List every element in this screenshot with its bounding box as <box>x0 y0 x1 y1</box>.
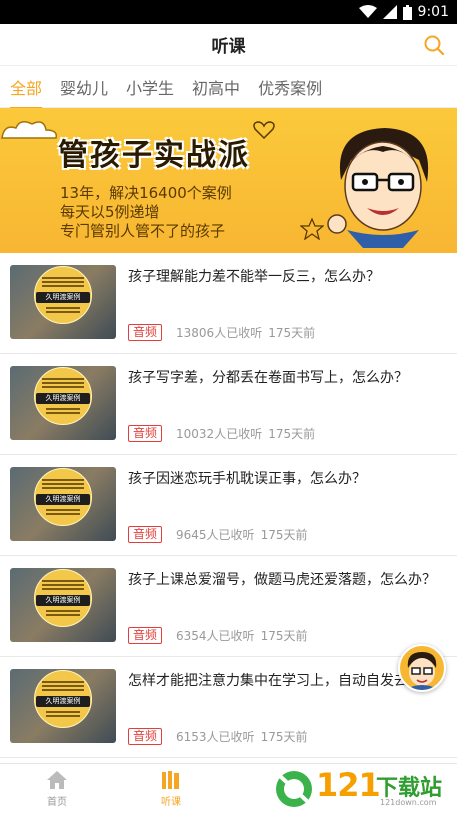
lesson-title: 孩子因迷恋玩手机耽误正事，怎么办？ <box>128 471 366 487</box>
category-tabs: 全部 婴幼儿 小学生 初高中 优秀案例 <box>0 65 457 109</box>
banner-line: 专门管别人管不了的孩子 <box>60 222 226 240</box>
thumbnail-text-lines <box>46 509 80 511</box>
star-doodle <box>300 218 324 240</box>
tab-cases[interactable]: 优秀案例 <box>258 65 322 109</box>
thumbnail-title: 久明渡案例 <box>36 696 90 707</box>
thumbnail-title: 久明渡案例 <box>36 494 90 505</box>
lesson-meta: 音频 13806人已收听 175天前 <box>128 324 315 341</box>
thumbnail-text-lines <box>46 610 80 612</box>
lesson-meta: 音频 6354人已收听 175天前 <box>128 627 307 644</box>
lesson-meta: 音频 10032人已收听 175天前 <box>128 425 315 442</box>
listen-count: 6354人已收听 <box>176 629 255 643</box>
teacher-avatar-icon <box>407 652 437 690</box>
nav-home-label: 首页 <box>47 796 67 808</box>
lesson-thumbnail: 久明渡案例 <box>10 265 116 339</box>
teacher-cartoon-image <box>327 128 429 248</box>
banner-line: 13年，解决16400个案例 <box>60 184 232 202</box>
post-age: 175天前 <box>260 528 308 542</box>
audio-badge: 音频 <box>128 425 163 442</box>
page-title: 听课 <box>211 37 246 57</box>
audio-badge: 音频 <box>128 627 163 644</box>
list-item[interactable]: 久明渡案例 怎样才能把注意力集中在学习上，自动自发去 音频 6153人已收听 1… <box>0 657 457 758</box>
thumbnail-text-lines <box>42 580 84 582</box>
thumbnail-title: 久明渡案例 <box>36 393 90 404</box>
list-item[interactable]: 久明渡案例 孩子因迷恋玩手机耽误正事，怎么办？ 音频 9645人已收听 175天… <box>0 455 457 556</box>
lesson-thumbnail: 久明渡案例 <box>10 366 116 440</box>
status-bar: 9:01 <box>0 0 457 24</box>
lesson-info: 孩子上课总爱溜号，做题马虎还爱落题，怎么办？ 音频 6354人已收听 175天前 <box>128 568 447 644</box>
heart-doodle <box>253 121 275 140</box>
post-age: 175天前 <box>260 629 308 643</box>
lesson-info: 孩子因迷恋玩手机耽误正事，怎么办？ 音频 9645人已收听 175天前 <box>128 467 447 543</box>
status-time: 9:01 <box>417 4 449 20</box>
post-age: 175天前 <box>268 326 316 340</box>
thumbnail-text-lines <box>46 408 80 410</box>
lesson-info: 孩子写字差，分都丢在卷面书写上，怎么办？ 音频 10032人已收听 175天前 <box>128 366 447 442</box>
audio-badge: 音频 <box>128 324 163 341</box>
tab-all[interactable]: 全部 <box>10 65 43 109</box>
watermark-logo <box>276 771 312 807</box>
thumbnail-text-lines <box>46 711 80 713</box>
lesson-meta: 音频 9645人已收听 175天前 <box>128 526 307 543</box>
post-age: 175天前 <box>268 427 316 441</box>
list-item[interactable]: 久明渡案例 孩子理解能力差不能举一反三，怎么办？ 音频 13806人已收听 17… <box>0 253 457 354</box>
listen-count: 13806人已收听 <box>176 326 263 340</box>
thumbnail-text-lines <box>42 378 84 380</box>
thumbnail-text-lines <box>42 681 84 683</box>
nav-home[interactable]: 首页 <box>0 764 114 813</box>
watermark-url: 121down.com <box>380 798 437 807</box>
lesson-info: 孩子理解能力差不能举一反三，怎么办？ 音频 13806人已收听 175天前 <box>128 265 447 341</box>
lesson-title: 孩子上课总爱溜号，做题马虎还爱落题，怎么办？ <box>128 572 436 588</box>
lesson-thumbnail: 久明渡案例 <box>10 669 116 743</box>
nav-lessons-label: 听课 <box>161 796 181 808</box>
audio-badge: 音频 <box>128 526 163 543</box>
banner-line: 每天以5例递增 <box>60 203 160 221</box>
battery-icon <box>402 4 412 20</box>
tab-secondary[interactable]: 初高中 <box>192 65 240 109</box>
watermark-number: 121 <box>316 766 381 804</box>
tab-infant[interactable]: 婴幼儿 <box>60 65 108 109</box>
listen-count: 6153人已收听 <box>176 730 255 744</box>
download-site-watermark: 121 下载站 121down.com <box>272 766 452 810</box>
listen-count: 9645人已收听 <box>176 528 255 542</box>
thumbnail-text-lines <box>42 479 84 481</box>
lesson-title: 孩子理解能力差不能举一反三，怎么办？ <box>128 269 380 285</box>
post-age: 175天前 <box>260 730 308 744</box>
signal-icon <box>382 5 397 19</box>
lesson-title: 孩子写字差，分都丢在卷面书写上，怎么办？ <box>128 370 408 386</box>
lesson-thumbnail: 久明渡案例 <box>10 568 116 642</box>
thumbnail-text-lines <box>46 307 80 309</box>
lesson-meta: 音频 6153人已收听 175天前 <box>128 728 307 745</box>
list-item[interactable]: 久明渡案例 孩子写字差，分都丢在卷面书写上，怎么办？ 音频 10032人已收听 … <box>0 354 457 455</box>
lesson-info: 怎样才能把注意力集中在学习上，自动自发去 音频 6153人已收听 175天前 <box>128 669 447 745</box>
search-icon[interactable] <box>423 34 445 56</box>
banner-text: 13年，解决16400个案例 每天以5例递增 专门管别人管不了的孩子 <box>60 184 232 241</box>
tab-primary[interactable]: 小学生 <box>126 65 174 109</box>
lessons-icon <box>162 770 179 789</box>
title-bar: 听课 <box>0 24 457 66</box>
thumbnail-title: 久明渡案例 <box>36 292 90 303</box>
audio-badge: 音频 <box>128 728 163 745</box>
thumbnail-text-lines <box>42 277 84 279</box>
floating-teacher-avatar-button[interactable] <box>398 644 446 692</box>
nav-lessons[interactable]: 听课 <box>114 764 228 813</box>
listen-count: 10032人已收听 <box>176 427 263 441</box>
list-item[interactable]: 久明渡案例 孩子上课总爱溜号，做题马虎还爱落题，怎么办？ 音频 6354人已收听… <box>0 556 457 657</box>
cloud-doodle <box>1 121 58 139</box>
lesson-list: 久明渡案例 孩子理解能力差不能举一反三，怎么办？ 音频 13806人已收听 17… <box>0 253 457 758</box>
wifi-icon <box>358 5 377 18</box>
thumbnail-title: 久明渡案例 <box>36 595 90 606</box>
home-icon <box>47 770 67 789</box>
promo-banner[interactable]: 管孩子实战派 13年，解决16400个案例 每天以5例递增 专门管别人管不了的孩… <box>0 108 457 253</box>
lesson-thumbnail: 久明渡案例 <box>10 467 116 541</box>
banner-headline: 管孩子实战派 <box>58 138 250 173</box>
